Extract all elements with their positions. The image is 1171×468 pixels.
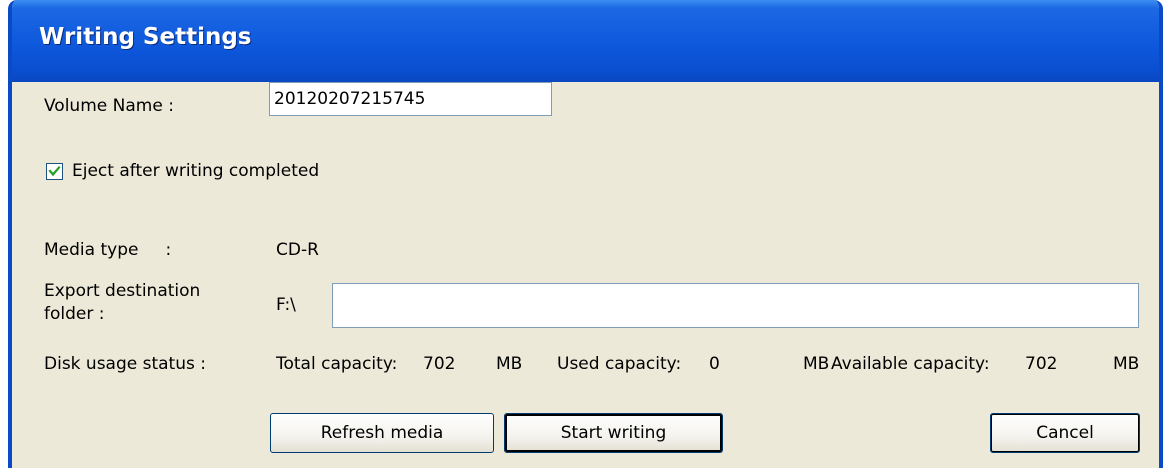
dialog-title: Writing Settings (39, 24, 252, 50)
dialog-body: Volume Name : 20120207215745 Eject after… (12, 82, 1159, 468)
volume-name-input[interactable]: 20120207215745 (269, 82, 552, 116)
export-destination-input[interactable] (332, 283, 1139, 328)
available-capacity-label: Available capacity: (831, 354, 990, 374)
refresh-media-button[interactable]: Refresh media (270, 413, 494, 453)
export-destination-label-line1: Export destination (44, 281, 201, 301)
title-bar[interactable]: Writing Settings (12, 0, 1159, 82)
eject-option[interactable]: Eject after writing completed (44, 161, 374, 183)
start-writing-button[interactable]: Start writing (504, 413, 723, 453)
total-capacity-value: 702 (423, 354, 456, 374)
available-capacity-value: 702 (1025, 354, 1058, 374)
eject-checkbox[interactable] (46, 163, 63, 180)
total-capacity-unit: MB (496, 354, 523, 374)
volume-name-label: Volume Name : (44, 96, 174, 116)
drive-letter: F:\ (276, 295, 296, 315)
eject-label: Eject after writing completed (72, 161, 320, 181)
total-capacity-label: Total capacity: (276, 354, 398, 374)
used-capacity-unit: MB (803, 354, 830, 374)
writing-settings-dialog: Writing Settings Volume Name : 201202072… (8, 0, 1163, 468)
media-type-value: CD-R (276, 240, 319, 260)
checkmark-icon (48, 165, 61, 177)
media-type-label: Media type : (44, 240, 172, 260)
export-destination-label-line2: folder : (44, 304, 105, 324)
used-capacity-value: 0 (709, 354, 720, 374)
available-capacity-unit: MB (1113, 354, 1140, 374)
disk-usage-label: Disk usage status : (44, 354, 206, 374)
cancel-button[interactable]: Cancel (990, 413, 1140, 453)
used-capacity-label: Used capacity: (557, 354, 682, 374)
